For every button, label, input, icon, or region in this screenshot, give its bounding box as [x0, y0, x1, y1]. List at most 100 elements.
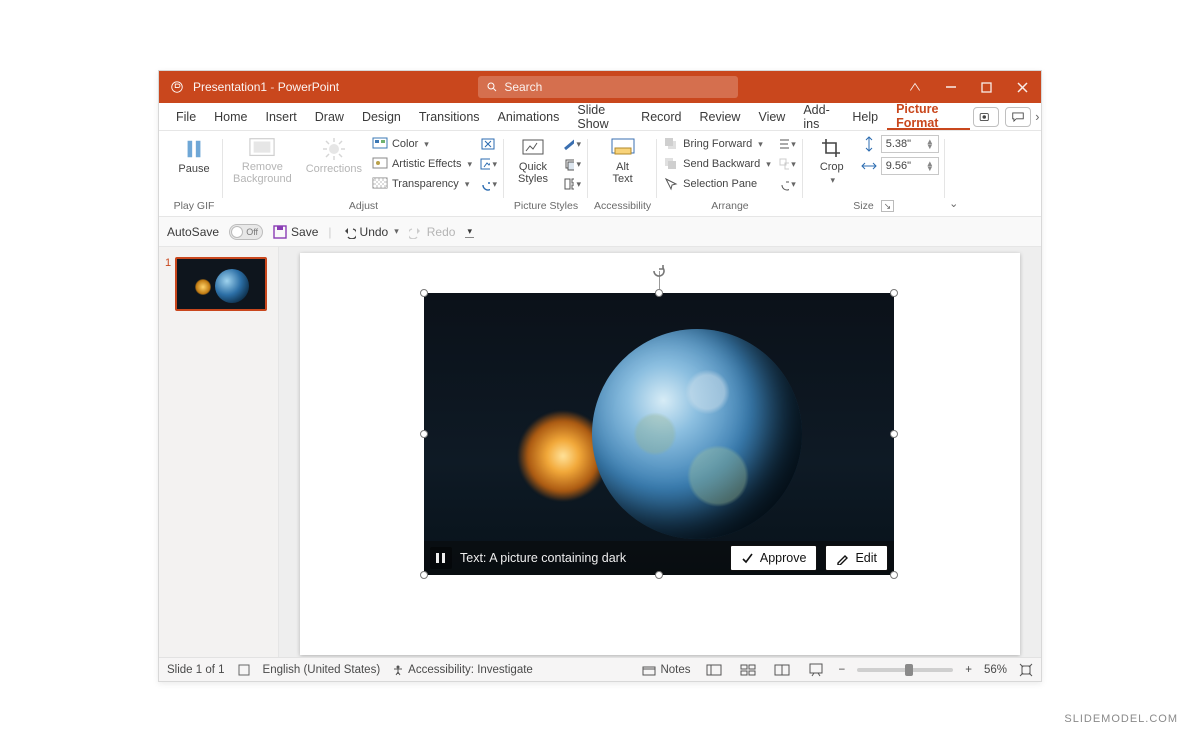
selected-picture[interactable]: Text: A picture containing dark Approve … — [424, 293, 894, 575]
group-label: Picture Styles — [514, 198, 578, 214]
corrections-button[interactable]: Corrections — [302, 135, 366, 177]
group-button[interactable]: ▾ — [777, 155, 797, 173]
qat-customize[interactable]: ▾ — [465, 226, 474, 238]
compress-icon — [480, 137, 496, 151]
pause-icon — [435, 552, 447, 564]
minimize-button[interactable] — [933, 71, 969, 103]
remove-background-button[interactable]: Remove Background — [229, 135, 296, 187]
pencil-icon — [836, 552, 849, 565]
slideshow-view-button[interactable] — [805, 661, 827, 679]
zoom-slider[interactable] — [857, 668, 953, 672]
zoom-in-button[interactable]: + — [965, 664, 972, 676]
normal-view-button[interactable] — [703, 661, 725, 679]
pause-button[interactable]: Pause — [171, 135, 217, 177]
comments-button[interactable] — [1005, 107, 1031, 127]
tab-addins[interactable]: Add-ins — [794, 103, 843, 130]
tab-record[interactable]: Record — [632, 103, 690, 130]
zoom-out-button[interactable]: − — [839, 664, 846, 676]
slide-count: Slide 1 of 1 — [167, 664, 225, 676]
height-input[interactable]: 5.38"▲▼ — [881, 135, 939, 153]
rotate-handle[interactable] — [651, 263, 667, 279]
artistic-effects-button[interactable]: Artistic Effects▾ — [372, 155, 472, 173]
notes-button[interactable]: Notes — [642, 664, 690, 676]
tab-design[interactable]: Design — [353, 103, 410, 130]
rotate-button[interactable]: ▾ — [777, 175, 797, 193]
resize-handle[interactable] — [420, 289, 428, 297]
bring-forward-button[interactable]: Bring Forward▾ — [663, 135, 771, 153]
zoom-percent[interactable]: 56% — [984, 664, 1007, 676]
quick-styles-button[interactable]: Quick Styles — [510, 135, 556, 187]
overlay-pause-button[interactable] — [430, 547, 452, 569]
reading-view-button[interactable] — [771, 661, 793, 679]
resize-handle[interactable] — [655, 571, 663, 579]
group-icon — [778, 157, 789, 171]
slide-sorter-view-button[interactable] — [737, 661, 759, 679]
alt-text-caption: Text: A picture containing dark — [460, 551, 626, 565]
selection-pane-button[interactable]: Selection Pane — [663, 175, 771, 193]
alt-text-icon — [610, 137, 636, 159]
tab-draw[interactable]: Draw — [306, 103, 353, 130]
compress-pictures-button[interactable] — [478, 135, 498, 153]
picture-effects-button[interactable]: ▾ — [562, 155, 582, 173]
group-label: Accessibility — [594, 198, 651, 214]
language-status[interactable]: English (United States) — [263, 664, 381, 676]
redo-button[interactable]: Redo — [409, 225, 456, 239]
tab-home[interactable]: Home — [205, 103, 256, 130]
ribbon-display-options[interactable] — [897, 71, 933, 103]
bring-forward-icon — [663, 136, 679, 152]
reset-picture-button[interactable]: ▾ — [478, 175, 498, 193]
color-button[interactable]: Color▾ — [372, 135, 472, 153]
crop-button[interactable]: Crop▾ — [809, 135, 855, 188]
artistic-icon — [372, 156, 388, 172]
app-window: Presentation1 - PowerPoint Search File H… — [158, 70, 1042, 682]
resize-handle[interactable] — [890, 430, 898, 438]
alt-text-button[interactable]: Alt Text — [600, 135, 646, 187]
width-input[interactable]: 9.56"▲▼ — [881, 157, 939, 175]
autosave-label: AutoSave — [167, 225, 219, 239]
change-picture-button[interactable]: ▾ — [478, 155, 498, 173]
resize-handle[interactable] — [655, 289, 663, 297]
resize-handle[interactable] — [890, 571, 898, 579]
tab-picture-format[interactable]: Picture Format — [887, 103, 970, 130]
close-button[interactable] — [1005, 71, 1041, 103]
maximize-button[interactable] — [969, 71, 1005, 103]
edit-button[interactable]: Edit — [825, 545, 888, 571]
accessibility-status[interactable]: Accessibility: Investigate — [392, 664, 533, 676]
group-label: Play GIF — [174, 198, 215, 214]
tab-transitions[interactable]: Transitions — [410, 103, 489, 130]
group-label: Size ↘ — [853, 198, 894, 214]
collapse-ribbon-button[interactable]: ⌄ — [945, 133, 963, 216]
save-button[interactable]: Save — [273, 225, 318, 239]
tab-view[interactable]: View — [749, 103, 794, 130]
slide-canvas[interactable]: Text: A picture containing dark Approve … — [279, 247, 1041, 657]
more-tabs-chevron[interactable]: › — [1034, 103, 1041, 131]
search-box[interactable]: Search — [478, 76, 738, 98]
tab-slideshow[interactable]: Slide Show — [568, 103, 632, 130]
approve-button[interactable]: Approve — [730, 545, 818, 571]
picture-layout-button[interactable]: ▾ — [562, 175, 582, 193]
watermark: SLIDEMODEL.COM — [1064, 713, 1178, 725]
group-label: Adjust — [349, 198, 378, 214]
fit-to-window-button[interactable] — [1019, 663, 1033, 677]
transparency-button[interactable]: Transparency▾ — [372, 175, 472, 193]
crop-icon — [820, 137, 844, 159]
slide-thumbnail-1[interactable] — [175, 257, 267, 311]
slide: Text: A picture containing dark Approve … — [300, 253, 1020, 655]
send-backward-button[interactable]: Send Backward▾ — [663, 155, 771, 173]
tab-insert[interactable]: Insert — [257, 103, 306, 130]
align-button[interactable]: ▾ — [777, 135, 797, 153]
resize-handle[interactable] — [420, 430, 428, 438]
tab-file[interactable]: File — [167, 103, 205, 130]
undo-button[interactable]: Undo▾ — [342, 225, 399, 239]
corrections-icon — [322, 137, 346, 161]
tab-help[interactable]: Help — [843, 103, 887, 130]
tab-review[interactable]: Review — [690, 103, 749, 130]
spellcheck-icon[interactable] — [237, 663, 251, 677]
resize-handle[interactable] — [890, 289, 898, 297]
tab-animations[interactable]: Animations — [489, 103, 569, 130]
slide-thumbnail-panel: 1 — [159, 247, 279, 657]
autosave-toggle[interactable]: Off — [229, 224, 263, 240]
resize-handle[interactable] — [420, 571, 428, 579]
picture-border-button[interactable]: ▾ — [562, 135, 582, 153]
camera-button[interactable] — [973, 107, 999, 127]
